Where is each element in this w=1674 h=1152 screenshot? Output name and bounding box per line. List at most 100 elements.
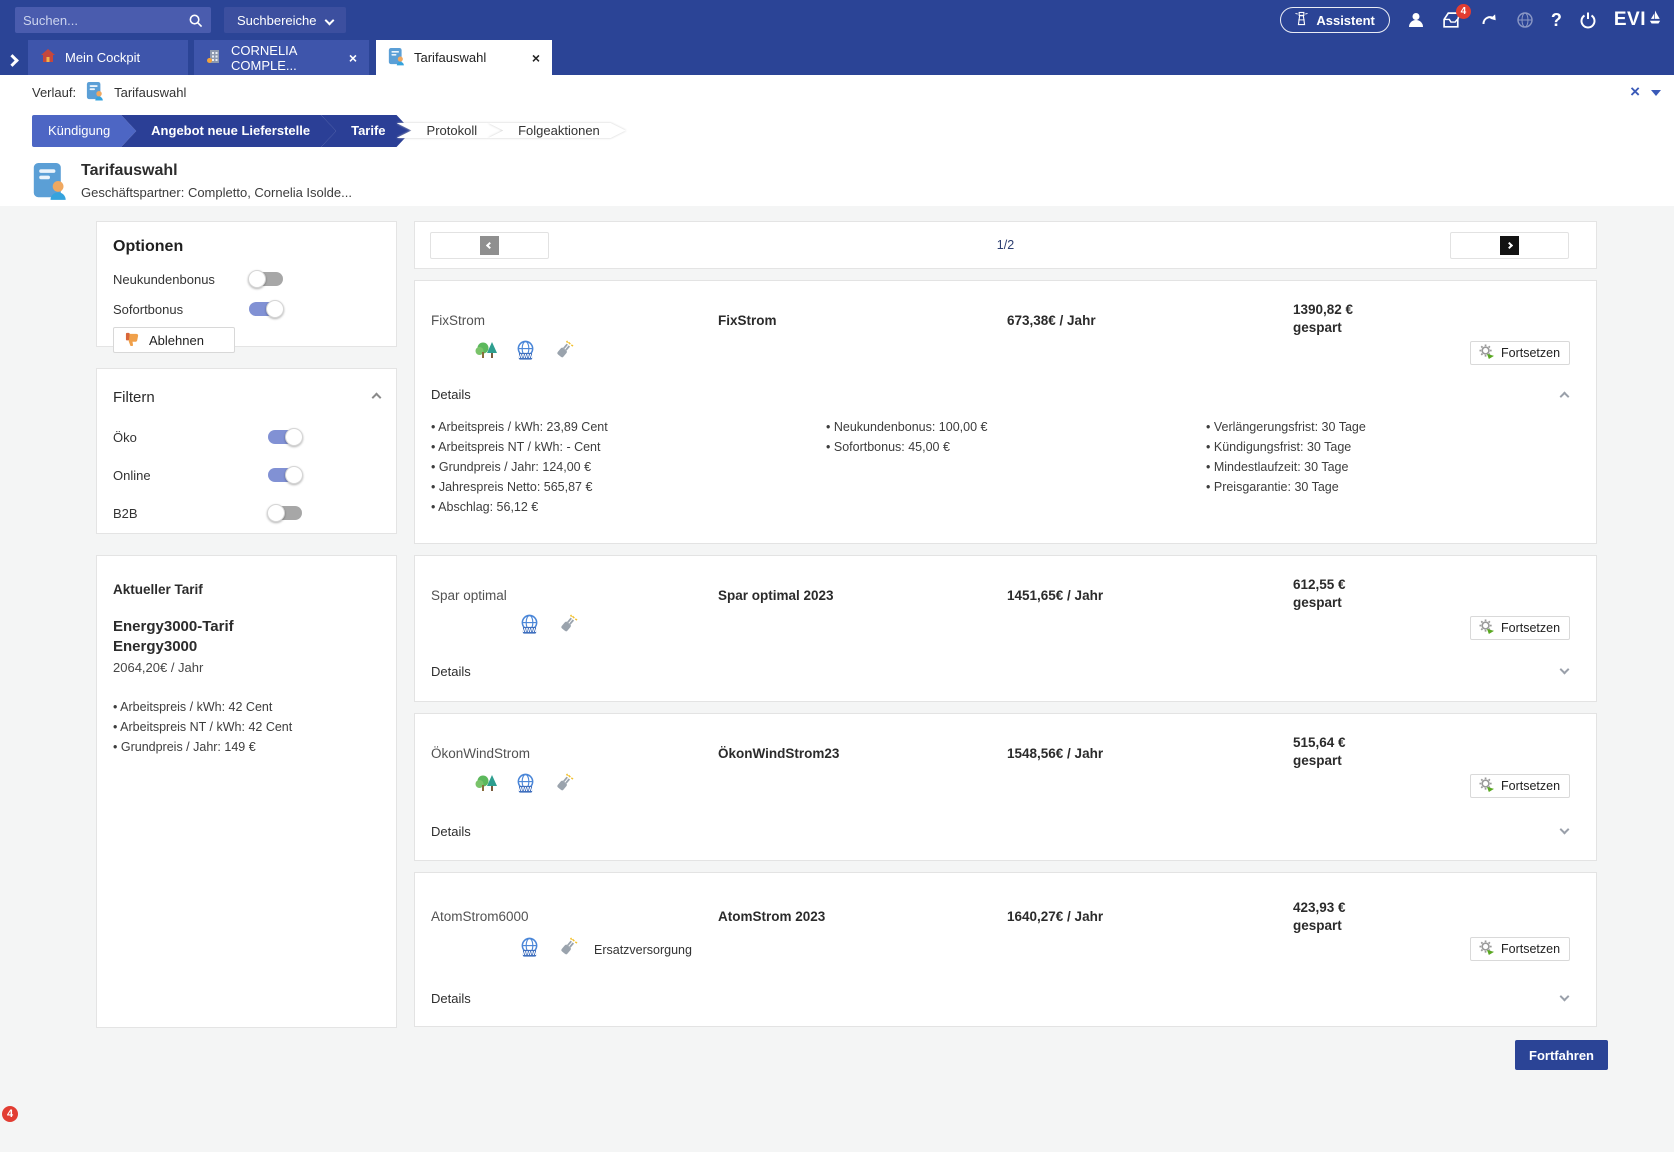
history-item[interactable]: Tarifauswahl xyxy=(114,85,186,100)
continue-button[interactable]: Fortfahren xyxy=(1515,1040,1608,1070)
history-row: Verlauf: Tarifauswahl × xyxy=(0,75,1674,109)
redo-icon[interactable] xyxy=(1480,11,1499,29)
tariff-badges: WWW xyxy=(475,339,574,366)
global-search[interactable] xyxy=(15,7,211,33)
collapse-up-icon[interactable] xyxy=(1560,392,1570,402)
current-tariff-details: Arbeitspreis / kWh: 42 CentArbeitspreis … xyxy=(113,697,380,757)
online-icon: WWW xyxy=(515,773,536,799)
details-toggle[interactable]: Details xyxy=(431,387,471,402)
tab-mein-cockpit[interactable]: Mein Cockpit xyxy=(28,40,188,75)
lighthouse-icon xyxy=(1295,11,1308,29)
expand-nav-icon[interactable] xyxy=(8,52,17,70)
b2b-toggle[interactable] xyxy=(268,506,302,520)
saved-label: gespart xyxy=(1293,752,1346,770)
fortsetzen-button[interactable]: Fortsetzen xyxy=(1470,937,1570,961)
close-icon[interactable]: × xyxy=(349,51,357,65)
page-header: Tarifauswahl Geschäftspartner: Completto… xyxy=(32,160,352,207)
fortsetzen-button[interactable]: Fortsetzen xyxy=(1470,774,1570,798)
user-icon[interactable] xyxy=(1407,11,1425,29)
tariff-product: FixStrom xyxy=(718,313,777,328)
help-icon[interactable]: ? xyxy=(1551,10,1562,31)
current-tariff-name: Energy3000-Tarif xyxy=(113,617,380,637)
neukundenbonus-toggle[interactable] xyxy=(249,272,283,286)
page-subtitle: Geschäftspartner: Completto, Cornelia Is… xyxy=(81,185,352,200)
detail-item: Grundpreis / Jahr: 149 € xyxy=(113,737,380,757)
tariff-price: 1451,65€ / Jahr xyxy=(1007,588,1103,603)
online-icon: WWW xyxy=(519,937,540,963)
chevron-down-icon xyxy=(324,15,334,25)
caret-down-icon[interactable] xyxy=(1651,90,1661,96)
tariff-product: AtomStrom 2023 xyxy=(718,909,825,924)
tabbar: Mein Cockpit CORNELIA COMPLE... × Tarifa… xyxy=(0,40,1674,75)
saved-amount: 515,64 € xyxy=(1293,734,1346,752)
saved-amount: 1390,82 € xyxy=(1293,301,1353,319)
tariff-doc-icon xyxy=(388,47,405,69)
tab-customer[interactable]: CORNELIA COMPLE... × xyxy=(194,40,369,75)
eco-icon xyxy=(475,339,499,366)
search-scope-label: Suchbereiche xyxy=(237,13,317,28)
detail-item: Verlängerungsfrist: 30 Tage xyxy=(1206,417,1566,437)
oeko-toggle[interactable] xyxy=(268,430,302,444)
search-scope-button[interactable]: Suchbereiche xyxy=(224,7,346,33)
expand-down-icon[interactable] xyxy=(1560,665,1570,675)
tariff-saved: 515,64 € gespart xyxy=(1293,734,1346,770)
oeko-label: Öko xyxy=(113,430,268,445)
chevron-right-icon xyxy=(1500,236,1519,255)
topbar: Suchbereiche Assistent 4 ? xyxy=(0,0,1674,40)
filter-header[interactable]: Filtern xyxy=(113,389,380,406)
online-icon: WWW xyxy=(515,340,536,366)
tab-label: Tarifauswahl xyxy=(414,50,486,65)
b2b-label: B2B xyxy=(113,506,268,521)
fortsetzen-button[interactable]: Fortsetzen xyxy=(1470,616,1570,640)
tab-tarifauswahl[interactable]: Tarifauswahl × xyxy=(376,40,552,75)
detail-item: Arbeitspreis NT / kWh: 42 Cent xyxy=(113,717,380,737)
tariff-doc-icon xyxy=(86,81,104,104)
tariff-saved: 1390,82 € gespart xyxy=(1293,301,1353,337)
notification-badge[interactable]: 4 xyxy=(2,1106,18,1122)
expand-down-icon[interactable] xyxy=(1560,825,1570,835)
next-page-button[interactable] xyxy=(1450,232,1569,259)
sofortbonus-toggle[interactable] xyxy=(249,302,283,316)
tariff-product: Spar optimal 2023 xyxy=(718,588,834,603)
saved-label: gespart xyxy=(1293,594,1346,612)
svg-text:WWW: WWW xyxy=(518,787,533,793)
step-protokoll[interactable]: Protokoll xyxy=(397,123,504,138)
gear-forward-icon xyxy=(1479,619,1494,637)
collapse-up-icon[interactable] xyxy=(372,393,382,403)
option-row-sofortbonus: Sofortbonus xyxy=(113,294,380,324)
neukundenbonus-label: Neukundenbonus xyxy=(113,272,249,287)
step-folgeaktionen[interactable]: Folgeaktionen xyxy=(488,123,626,138)
topbar-actions: Assistent 4 ? EVI xyxy=(1280,7,1662,33)
filter-row-b2b: B2B xyxy=(113,498,380,528)
step-angebot-neue-lieferstelle[interactable]: Angebot neue Lieferstelle xyxy=(121,115,336,147)
details-grid: Arbeitspreis / kWh: 23,89 CentArbeitspre… xyxy=(431,417,1566,517)
close-icon[interactable]: × xyxy=(532,51,540,65)
detail-item: Kündigungsfrist: 30 Tage xyxy=(1206,437,1566,457)
online-toggle[interactable] xyxy=(268,468,302,482)
search-icon[interactable] xyxy=(188,13,203,28)
step-kuendigung[interactable]: Kündigung xyxy=(32,115,136,147)
details-toggle[interactable]: Details xyxy=(431,991,471,1006)
fortsetzen-button[interactable]: Fortsetzen xyxy=(1470,341,1570,365)
close-view-icon[interactable]: × xyxy=(1630,82,1640,102)
plug-icon xyxy=(556,937,578,963)
svg-text:WWW: WWW xyxy=(522,628,537,634)
details-toggle[interactable]: Details xyxy=(431,824,471,839)
reject-button[interactable]: Ablehnen xyxy=(113,327,235,353)
plug-icon xyxy=(552,773,574,799)
reject-label: Ablehnen xyxy=(149,333,204,348)
inbox-icon[interactable]: 4 xyxy=(1442,11,1463,30)
inbox-badge: 4 xyxy=(1456,4,1471,19)
details-column-terms: Verlängerungsfrist: 30 TageKündigungsfri… xyxy=(1206,417,1566,517)
history-label: Verlauf: xyxy=(32,85,76,100)
filter-panel: Filtern Öko Online B2B xyxy=(96,368,397,534)
expand-down-icon[interactable] xyxy=(1560,992,1570,1002)
home-icon xyxy=(40,48,56,67)
detail-item: Arbeitspreis / kWh: 42 Cent xyxy=(113,697,380,717)
details-toggle[interactable]: Details xyxy=(431,664,471,679)
detail-item: Grundpreis / Jahr: 124,00 € xyxy=(431,457,826,477)
power-icon[interactable] xyxy=(1579,11,1597,29)
search-input[interactable] xyxy=(23,13,188,28)
tariff-price: 1548,56€ / Jahr xyxy=(1007,746,1103,761)
assistant-button[interactable]: Assistent xyxy=(1280,7,1390,33)
